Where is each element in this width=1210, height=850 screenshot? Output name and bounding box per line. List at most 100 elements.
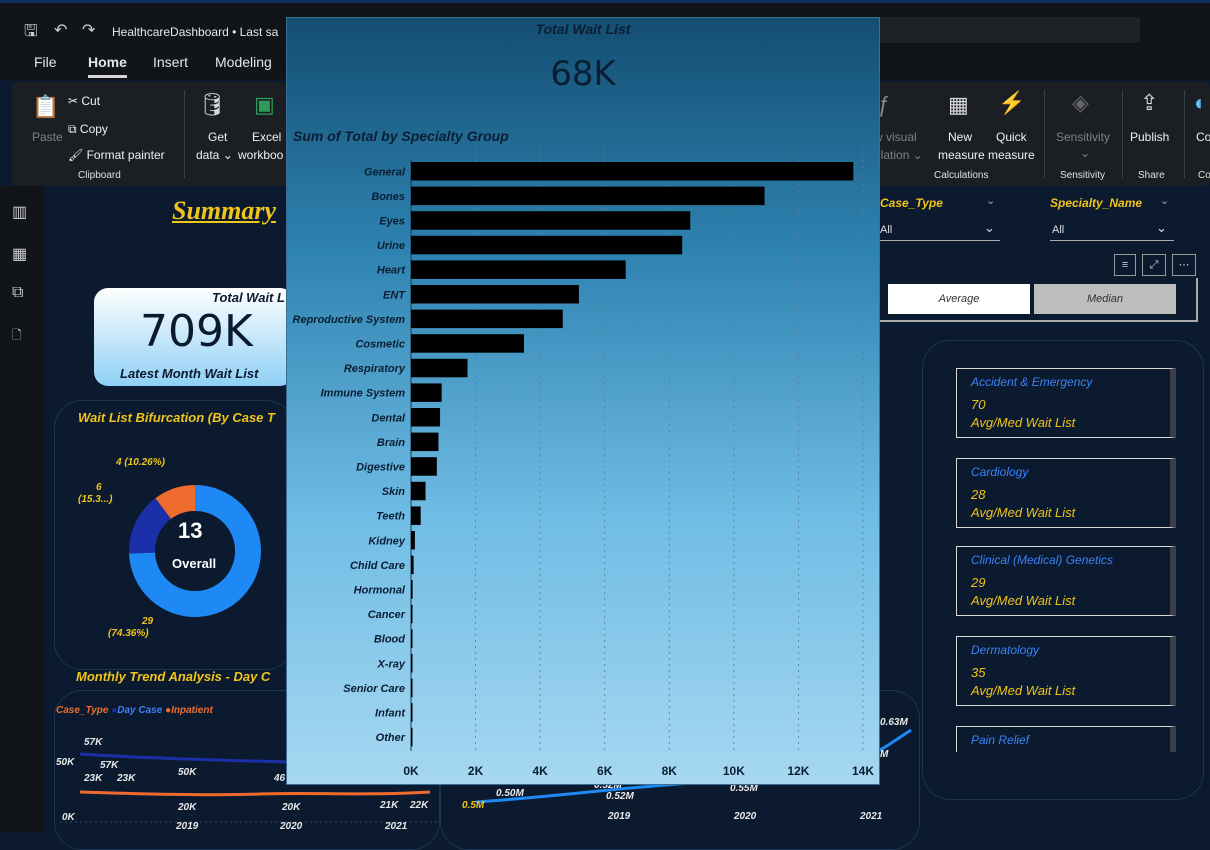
legend-day[interactable]: Day Case [117, 705, 162, 716]
bar-eyes[interactable] [411, 211, 691, 230]
cut-button[interactable]: ✂ Cut [68, 94, 100, 108]
bar-skin[interactable] [411, 481, 426, 501]
publish-button[interactable]: Publish [1130, 130, 1169, 144]
category-label: Immune System [321, 388, 406, 400]
case-type-slicer-value[interactable]: All [880, 224, 892, 236]
specialty-bar-chart[interactable]: 0K 2K 4K 6K 8K 10K 12K 14K General Bones Eyes Urine… [287, 18, 881, 786]
sensitivity-button[interactable]: Sensitivity [1056, 130, 1110, 144]
save-icon[interactable]: 🖫 [24, 20, 38, 47]
trend-year: 2020 [280, 821, 303, 832]
bar-digestive[interactable] [411, 457, 437, 476]
specialty-card[interactable]: Pain Relief [956, 726, 1176, 752]
bar-hormonal[interactable] [411, 580, 413, 599]
quick-measure-button[interactable]: Quick [996, 130, 1027, 144]
category-label: Bones [371, 191, 405, 203]
trend-year: 2019 [176, 821, 199, 832]
bar-reproductive-system[interactable] [411, 309, 563, 329]
legend-inp[interactable]: Inpatient [171, 705, 213, 716]
chevron-down-icon[interactable]: ⌄ [1156, 220, 1167, 236]
ribbon-separator [1122, 90, 1123, 178]
get-data-dropdown[interactable]: data ⌄ [196, 148, 233, 162]
menu-modeling[interactable]: Modeling [215, 54, 272, 70]
specialty-card[interactable]: Dermatology 35 Avg/Med Wait List [956, 636, 1176, 706]
category-label: Hormonal [354, 584, 406, 596]
specialty-card[interactable]: Cardiology 28 Avg/Med Wait List [956, 458, 1176, 528]
bar-other[interactable] [411, 727, 413, 747]
menu-home[interactable]: Home [88, 54, 127, 78]
bar-urine[interactable] [411, 235, 683, 255]
filter-icon[interactable]: ≡ [1114, 254, 1136, 276]
bar-brain[interactable] [411, 432, 439, 452]
kpi-value: 709K [140, 306, 253, 357]
median-toggle[interactable]: Median [1034, 284, 1176, 314]
bar-respiratory[interactable] [411, 358, 468, 378]
chevron-down-icon[interactable]: ⌄ [1160, 194, 1169, 207]
donut-center-label: Overall [172, 556, 217, 571]
x-tick-label: 2K [468, 764, 484, 778]
bar-bones[interactable] [411, 186, 765, 206]
trend-label: 23K [117, 773, 136, 784]
wait-list-popup[interactable]: Total Wait List 68K Sum of Total by Spec… [286, 17, 880, 785]
brush-icon: 🖌 [68, 148, 87, 162]
bar-infant[interactable] [411, 703, 413, 722]
chevron-down-icon[interactable]: ⌄ [986, 194, 995, 207]
model-view-icon[interactable]: ⧉ [12, 284, 23, 302]
bar-dental[interactable] [411, 408, 441, 427]
specialty-card[interactable]: Clinical (Medical) Genetics 29 Avg/Med W… [956, 546, 1176, 616]
bar-heart[interactable] [411, 260, 626, 279]
specialty-card[interactable]: Accident & Emergency 70 Avg/Med Wait Lis… [956, 368, 1176, 438]
bar-child-care[interactable] [411, 555, 414, 575]
copilot-button[interactable]: Co [1196, 130, 1210, 144]
calculation-dropdown[interactable]: ulation ⌄ [874, 148, 923, 162]
chevron-down-icon[interactable]: ⌄ [984, 220, 995, 236]
bar-cosmetic[interactable] [411, 334, 524, 353]
focus-mode-icon[interactable]: ⤢ [1142, 254, 1166, 276]
redo-icon[interactable]: ↷ [82, 20, 95, 40]
kpi-card[interactable]: Total Wait L 709K Latest Month Wait List [94, 288, 294, 386]
format-painter-button[interactable]: 🖌 Format painter [68, 148, 165, 162]
excel-button[interactable]: Excel [252, 130, 281, 144]
bar-general[interactable] [411, 162, 854, 181]
case-type-slicer-title: Case_Type [880, 196, 943, 210]
donut-chart[interactable] [110, 466, 280, 636]
trend-label: 23K [84, 773, 103, 784]
report-view-icon[interactable]: ▥ [12, 202, 27, 222]
bar-ent[interactable] [411, 285, 579, 304]
get-data-button[interactable]: Get [208, 130, 227, 144]
paste-button[interactable]: Paste [32, 130, 63, 144]
dax-query-icon[interactable]: 🗋 [12, 326, 22, 347]
copy-button[interactable]: ⧉ Copy [68, 122, 108, 137]
table-view-icon[interactable]: ▦ [12, 244, 27, 264]
menu-file[interactable]: File [34, 54, 57, 70]
x-tick-label: 6K [597, 764, 613, 778]
menu-insert[interactable]: Insert [153, 54, 188, 70]
bar-teeth[interactable] [411, 506, 421, 525]
bar-blood[interactable] [411, 629, 413, 648]
sensitivity-dropdown[interactable]: ⌄ [1080, 146, 1090, 160]
excel-icon: ▣ [254, 92, 275, 117]
view-sidebar: ▥ ▦ ⧉ 🗋 [0, 186, 44, 832]
x-tick-label: 0K [403, 764, 419, 778]
bar-x-ray[interactable] [411, 654, 413, 673]
specialty-card-value: 29 [971, 575, 986, 590]
bar-cancer[interactable] [411, 604, 413, 624]
calculator-icon: ▦ [948, 92, 969, 117]
trend-label: 46 [274, 773, 286, 784]
bar-kidney[interactable] [411, 531, 415, 550]
window-title: HealthcareDashboard • Last sa [112, 25, 279, 39]
donut-label-other-pct: (15.3...) [78, 494, 113, 505]
trend-axis-label: 0K [62, 812, 75, 823]
bar-senior-care[interactable] [411, 678, 413, 698]
more-options-icon[interactable]: ⋯ [1172, 254, 1196, 276]
new-measure-button[interactable]: New [948, 130, 972, 144]
undo-icon[interactable]: ↶ [54, 20, 67, 40]
specialty-slicer-value[interactable]: All [1052, 224, 1064, 236]
category-label: Reproductive System [293, 314, 406, 326]
kpi-subtitle: Latest Month Wait List [120, 366, 259, 381]
bar-immune-system[interactable] [411, 383, 442, 402]
average-toggle[interactable]: Average [888, 284, 1030, 314]
legend-title: Case_Type [56, 705, 109, 716]
trend-label: 50K [178, 767, 197, 778]
category-label: ENT [383, 289, 406, 301]
trend2-year: 2021 [860, 811, 883, 822]
